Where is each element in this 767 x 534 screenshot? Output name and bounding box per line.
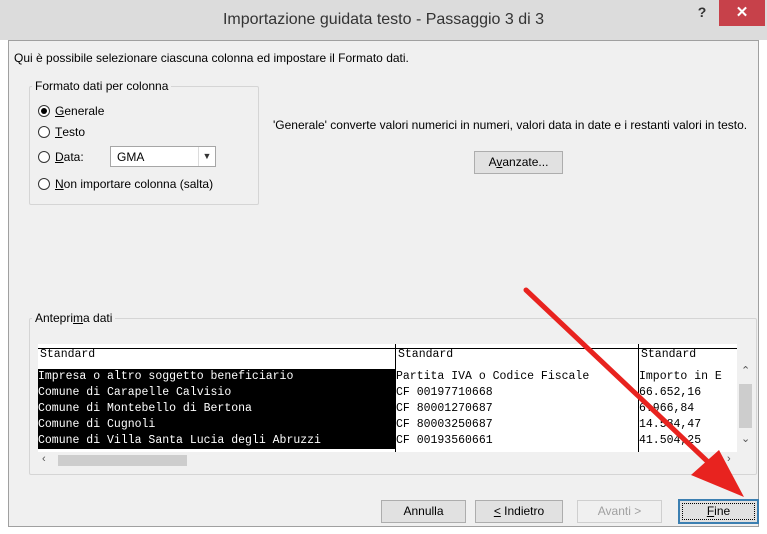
window-title: Importazione guidata testo - Passaggio 3… [222, 11, 545, 28]
table-cell: 6.966,84 [639, 402, 695, 415]
advanced-label-post: anzate... [502, 155, 549, 169]
preview-legend-pre: Antepri [35, 311, 74, 325]
back-label: Indietro [500, 504, 545, 518]
format-description: 'Generale' converte valori numerici in n… [273, 118, 748, 132]
table-cell: Comune di Montebello di Bertona [38, 401, 395, 417]
table-cell: Impresa o altro soggetto beneficiario [38, 369, 395, 385]
column-header[interactable]: Standard [38, 348, 395, 361]
table-cell: CF 00197710668 [396, 386, 493, 399]
scroll-left-icon[interactable]: ‹ [42, 453, 46, 465]
preview-column-1[interactable]: Standard Impresa o altro soggetto benefi… [38, 344, 395, 452]
radio-date-label: ata: [63, 150, 84, 164]
radio-skip-label: on importare colonna (salta) [63, 177, 214, 191]
column-format-legend: Formato dati per colonna [32, 79, 172, 93]
back-label-key: < [493, 504, 501, 518]
radio-date-accesskey: D [55, 150, 64, 164]
preview-column-3[interactable]: Standard Importo in E 66.652,16 6.966,84… [639, 344, 737, 452]
dialog-body: Qui è possibile selezionare ciascuna col… [8, 40, 759, 527]
radio-skip-column[interactable]: Non importare colonna (salta) [38, 175, 213, 193]
radio-general[interactable]: Generale [38, 102, 104, 120]
table-cell: 66.652,16 [639, 386, 702, 399]
table-cell: CF 80001270687 [396, 402, 493, 415]
help-icon[interactable]: ? [688, 0, 716, 26]
radio-general-label: enerale [64, 104, 105, 118]
table-cell: Comune di Cugnoli [38, 417, 395, 433]
finish-focus-rect: Fine [682, 503, 755, 520]
vertical-scroll-thumb[interactable] [739, 384, 752, 428]
radio-general-accesskey: G [55, 104, 65, 118]
scroll-right-icon[interactable]: › [727, 453, 731, 465]
scroll-up-icon[interactable]: ⌃ [741, 364, 750, 377]
close-icon[interactable]: ✕ [719, 0, 765, 26]
cancel-button[interactable]: Annulla [381, 500, 466, 523]
preview-column-2[interactable]: Standard Partita IVA o Codice Fiscale CF… [396, 344, 638, 452]
table-cell: CF 80003250687 [396, 418, 493, 431]
chevron-down-icon[interactable]: ▼ [198, 147, 215, 166]
title-bar: Importazione guidata testo - Passaggio 3… [0, 0, 767, 40]
radio-text-accesskey: T [55, 125, 63, 139]
scroll-down-icon[interactable]: ⌄ [741, 432, 750, 445]
radio-skip-indicator[interactable] [38, 178, 50, 190]
data-preview-grid[interactable]: Standard Impresa o altro soggetto benefi… [38, 344, 737, 452]
table-cell: 14.584,47 [639, 418, 702, 431]
data-preview-legend: Anteprima dati [32, 311, 116, 325]
horizontal-scrollbar[interactable]: ‹ › [38, 452, 737, 469]
preview-legend-key: m [73, 311, 84, 325]
table-cell: Comune di Carapelle Calvisio [38, 385, 395, 401]
table-cell: Comune di Villa Santa Lucia degli Abruzz… [38, 433, 395, 449]
radio-date[interactable]: Data: [38, 148, 84, 166]
intro-text: Qui è possibile selezionare ciascuna col… [14, 51, 409, 65]
date-format-select[interactable]: GMA ▼ [110, 146, 216, 167]
radio-skip-accesskey: N [55, 177, 64, 191]
preview-legend-post: a dati [83, 311, 113, 325]
next-button[interactable]: Avanti > [577, 500, 662, 523]
table-cell: CF 00193560661 [396, 434, 493, 447]
radio-general-indicator[interactable] [38, 105, 50, 117]
finish-button[interactable]: Fine [678, 499, 759, 524]
back-button[interactable]: < Indietro [475, 500, 563, 523]
horizontal-scroll-thumb[interactable] [58, 455, 187, 466]
radio-date-indicator[interactable] [38, 151, 50, 163]
date-format-value: GMA [117, 150, 145, 164]
radio-text-indicator[interactable] [38, 126, 50, 138]
finish-label: ine [714, 504, 731, 518]
table-cell: Importo in E [639, 370, 722, 383]
vertical-scrollbar[interactable]: ⌃ ⌄ [737, 344, 754, 452]
radio-text-label: esto [62, 125, 86, 139]
advanced-button[interactable]: Avanzate... [474, 151, 563, 174]
column-header[interactable]: Standard [639, 348, 737, 361]
column-header[interactable]: Standard [396, 348, 638, 361]
table-cell: 41.504,25 [639, 434, 702, 447]
table-cell: Partita IVA o Codice Fiscale [396, 370, 590, 383]
radio-text[interactable]: Testo [38, 123, 85, 141]
